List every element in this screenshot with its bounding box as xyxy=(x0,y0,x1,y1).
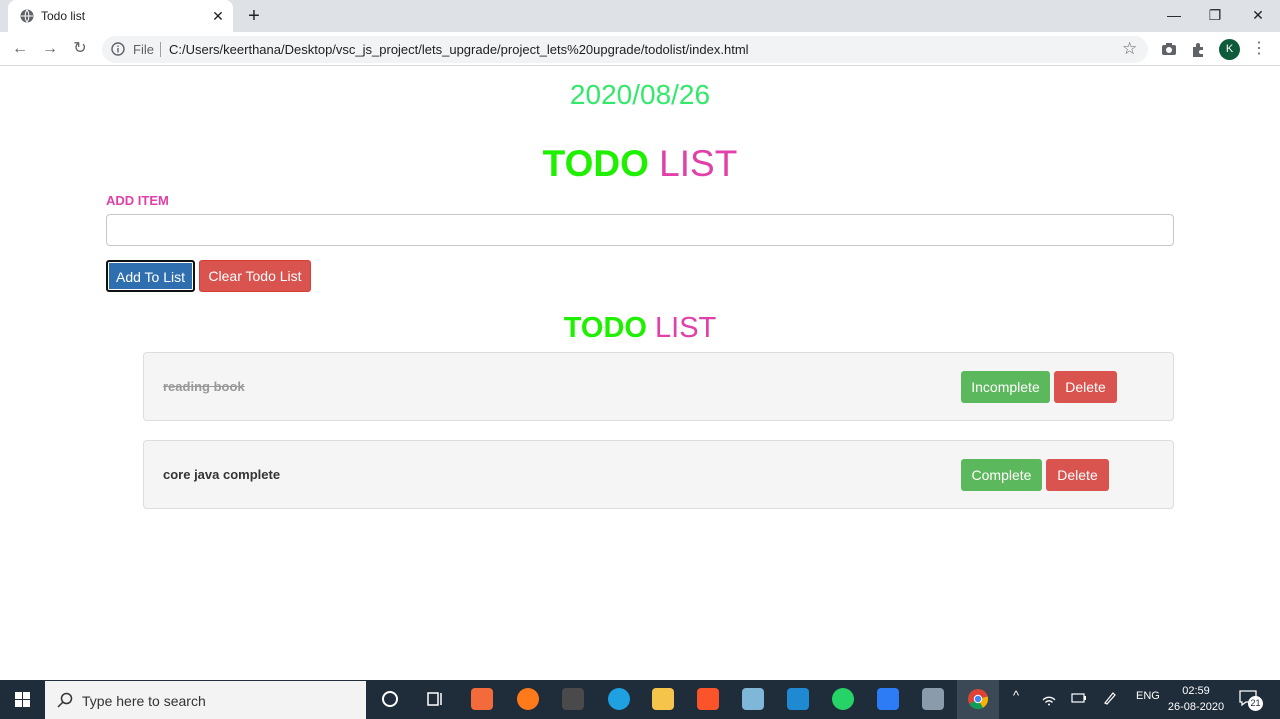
edge-icon[interactable] xyxy=(608,688,630,710)
todo-item: reading book Incomplete Delete xyxy=(143,352,1174,421)
url-text[interactable]: C:/Users/keerthana/Desktop/vsc_js_projec… xyxy=(169,42,749,57)
todo-page: 2020/08/26 TODO LIST ADD ITEM Add To Lis… xyxy=(0,67,1280,680)
pen-icon[interactable] xyxy=(1102,690,1118,706)
chrome-taskbar-button[interactable] xyxy=(957,680,999,719)
add-item-label: ADD ITEM xyxy=(106,193,169,208)
title-list-word: LIST xyxy=(659,143,738,184)
current-date: 2020/08/26 xyxy=(569,79,711,110)
battery-icon[interactable] xyxy=(1070,690,1088,706)
tab-title: Todo list xyxy=(41,9,86,23)
extensions-puzzle-icon[interactable] xyxy=(1190,40,1208,58)
clock-date: 26-08-2020 xyxy=(1167,701,1225,713)
input-language[interactable]: ENG xyxy=(1136,690,1160,702)
system-clock[interactable]: 02:59 26-08-2020 xyxy=(1166,683,1226,715)
add-to-list-button[interactable]: Add To List xyxy=(106,260,195,292)
browser-menu-icon[interactable]: ⋮ xyxy=(1250,38,1268,60)
vscode-icon[interactable] xyxy=(787,688,809,710)
tray-chevron-up-icon[interactable]: ^ xyxy=(1013,688,1019,703)
todo-item-text: reading book xyxy=(163,379,245,394)
browser-toolbar: ← → ↻ File C:/Users/keerthana/Desktop/vs… xyxy=(0,32,1280,66)
todo-item: core java complete Complete Delete xyxy=(143,440,1174,509)
wps-writer-icon[interactable] xyxy=(877,688,899,710)
reload-icon[interactable]: ↻ xyxy=(68,37,92,61)
task-view-icon[interactable] xyxy=(424,688,446,710)
search-icon xyxy=(57,692,73,708)
omnibox-divider xyxy=(160,42,161,57)
tab-close-icon[interactable]: ✕ xyxy=(209,7,227,25)
calculator-icon[interactable] xyxy=(922,688,944,710)
browser-tabbar: Todo list ✕ + — ❐ ✕ xyxy=(0,0,1280,32)
brave-icon[interactable] xyxy=(697,688,719,710)
mark-complete-button[interactable]: Complete xyxy=(961,459,1042,491)
minimize-button[interactable]: — xyxy=(1160,4,1188,26)
file-explorer-icon[interactable] xyxy=(652,688,674,710)
notification-badge: 21 xyxy=(1248,696,1263,711)
notification-center-button[interactable]: 21 xyxy=(1238,689,1264,711)
whatsapp-icon[interactable] xyxy=(832,688,854,710)
windows-start-icon[interactable] xyxy=(0,680,45,719)
xampp-icon[interactable] xyxy=(471,688,493,710)
firefox-icon[interactable] xyxy=(517,688,539,710)
browser-tab[interactable]: Todo list ✕ xyxy=(8,0,233,32)
sublime-text-icon[interactable] xyxy=(562,688,584,710)
notepad-icon[interactable] xyxy=(742,688,764,710)
search-placeholder: Type here to search xyxy=(82,693,206,709)
list-heading: TODO LIST xyxy=(0,311,1280,345)
forward-arrow-icon[interactable]: → xyxy=(38,37,62,61)
windows-taskbar: Type here to search ^ ENG 02:59 26-08-20… xyxy=(0,680,1280,719)
title-todo-word: TODO xyxy=(542,143,649,184)
clear-todo-list-button[interactable]: Clear Todo List xyxy=(199,260,311,292)
list-heading-list-word: LIST xyxy=(655,312,717,344)
url-scheme-label: File xyxy=(133,42,154,57)
bookmark-star-icon[interactable]: ☆ xyxy=(1122,39,1137,59)
page-title: TODO LIST xyxy=(0,143,1280,185)
delete-item-button[interactable]: Delete xyxy=(1046,459,1109,491)
new-tab-button[interactable]: + xyxy=(244,5,264,27)
chrome-icon xyxy=(968,689,989,710)
clock-time: 02:59 xyxy=(1182,685,1210,697)
globe-icon xyxy=(20,9,34,23)
cortana-icon[interactable] xyxy=(379,688,401,710)
close-window-button[interactable]: ✕ xyxy=(1244,4,1272,26)
taskbar-search-box[interactable]: Type here to search xyxy=(45,681,366,719)
address-bar[interactable]: File C:/Users/keerthana/Desktop/vsc_js_p… xyxy=(102,36,1148,63)
wifi-icon[interactable] xyxy=(1041,690,1057,706)
camera-icon[interactable] xyxy=(1160,40,1178,58)
profile-avatar[interactable]: K xyxy=(1219,39,1240,60)
todo-item-text: core java complete xyxy=(163,467,281,482)
info-icon[interactable] xyxy=(111,42,125,56)
maximize-button[interactable]: ❐ xyxy=(1201,4,1229,26)
list-heading-todo-word: TODO xyxy=(563,312,647,344)
back-arrow-icon[interactable]: ← xyxy=(8,37,32,61)
mark-incomplete-button[interactable]: Incomplete xyxy=(961,371,1050,403)
delete-item-button[interactable]: Delete xyxy=(1054,371,1117,403)
add-item-input[interactable] xyxy=(106,214,1174,246)
